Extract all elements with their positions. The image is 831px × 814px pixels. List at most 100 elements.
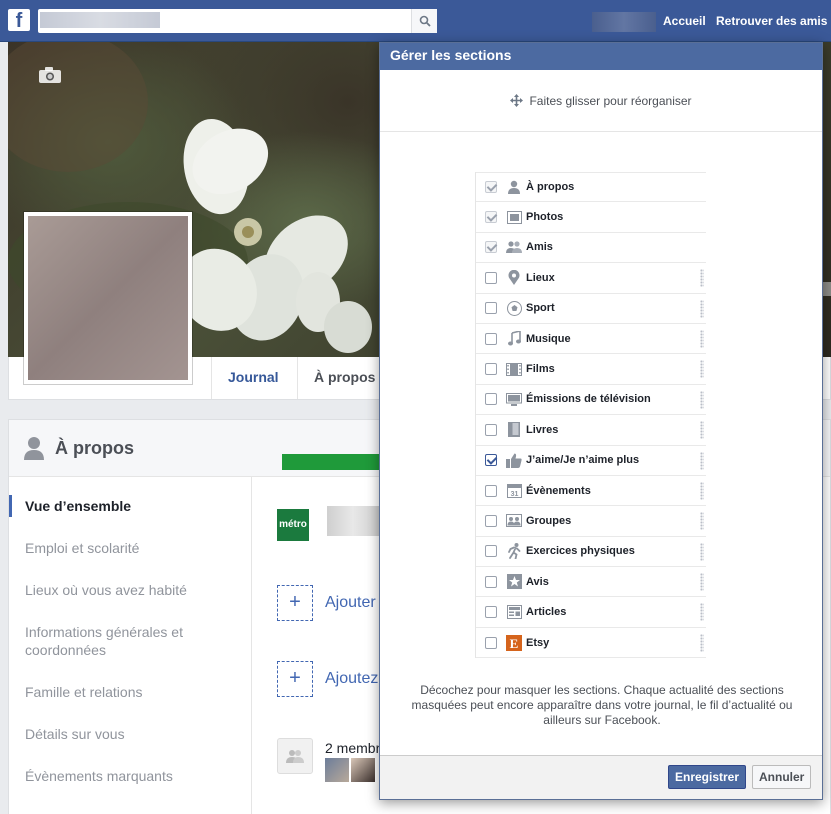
tab-about[interactable]: À propos xyxy=(297,357,391,399)
section-checkbox[interactable] xyxy=(485,575,497,588)
section-row[interactable]: E Etsy xyxy=(476,628,706,659)
section-checkbox xyxy=(485,241,497,254)
section-checkbox[interactable] xyxy=(485,423,497,436)
profile-picture[interactable] xyxy=(24,212,192,384)
save-button[interactable]: Enregistrer xyxy=(668,765,747,789)
section-label: Articles xyxy=(526,606,567,619)
add-workplace-button[interactable]: + xyxy=(277,585,313,621)
sections-list: À propos Photos Amis Lieux Sport Musique Films… xyxy=(475,172,706,659)
svg-text:E: E xyxy=(510,636,519,651)
article-icon xyxy=(506,604,522,620)
metro-logo: métro xyxy=(277,509,309,541)
section-checkbox[interactable] xyxy=(485,332,497,345)
section-row[interactable]: Articles xyxy=(476,597,706,628)
drag-handle[interactable] xyxy=(700,269,704,288)
section-checkbox[interactable] xyxy=(485,363,497,376)
profile-shortcut-avatar[interactable] xyxy=(592,12,656,32)
nav-work-education[interactable]: Emploi et scolarité xyxy=(25,539,235,557)
section-row[interactable]: 31 Évènements xyxy=(476,476,706,507)
top-navigation-bar: f Accueil Retrouver des amis xyxy=(0,0,831,42)
section-checkbox[interactable] xyxy=(485,545,497,558)
section-checkbox[interactable] xyxy=(485,302,497,315)
move-icon xyxy=(510,94,524,107)
drag-handle[interactable] xyxy=(700,360,704,379)
section-row: Amis xyxy=(476,233,706,264)
section-row[interactable]: Livres xyxy=(476,415,706,446)
drag-handle[interactable] xyxy=(700,421,704,440)
section-row[interactable]: Émissions de télévision xyxy=(476,385,706,416)
drag-handle[interactable] xyxy=(700,603,704,622)
section-row[interactable]: Exercices physiques xyxy=(476,537,706,568)
search-input[interactable] xyxy=(38,9,437,33)
photos-icon xyxy=(506,209,522,225)
drag-handle[interactable] xyxy=(700,542,704,561)
nav-details-about-you[interactable]: Détails sur vous xyxy=(25,725,235,743)
film-icon xyxy=(506,361,522,377)
member-avatar[interactable] xyxy=(325,758,349,782)
section-checkbox[interactable] xyxy=(485,271,497,284)
nav-places-lived[interactable]: Lieux où vous avez habité xyxy=(25,581,235,599)
dialog-footer: Enregistrer Annuler xyxy=(380,755,822,799)
add-city-button[interactable]: + xyxy=(277,661,313,697)
drag-handle[interactable] xyxy=(700,299,704,318)
cancel-button[interactable]: Annuler xyxy=(752,765,812,789)
section-label: Sport xyxy=(526,302,555,315)
drag-handle[interactable] xyxy=(700,329,704,348)
search-icon xyxy=(419,15,431,27)
section-checkbox[interactable] xyxy=(485,454,497,467)
section-checkbox[interactable] xyxy=(485,636,497,649)
facebook-logo-icon[interactable]: f xyxy=(8,9,30,31)
section-label: Émissions de télévision xyxy=(526,393,651,406)
nav-life-events[interactable]: Évènements marquants xyxy=(25,767,235,785)
section-label: J’aime/Je n’aime plus xyxy=(526,454,640,467)
section-checkbox[interactable] xyxy=(485,514,497,527)
add-workplace-link[interactable]: Ajouter xyxy=(325,594,376,612)
section-checkbox[interactable] xyxy=(485,606,497,619)
section-label: Livres xyxy=(526,423,559,436)
section-row[interactable]: Musique xyxy=(476,324,706,355)
section-row[interactable]: Films xyxy=(476,354,706,385)
add-city-link[interactable]: Ajoutez xyxy=(325,670,378,688)
drag-handle[interactable] xyxy=(700,512,704,531)
section-row: À propos xyxy=(476,172,706,203)
tab-journal[interactable]: Journal xyxy=(211,357,295,399)
camera-icon[interactable] xyxy=(38,66,62,87)
section-label: Avis xyxy=(526,575,549,588)
search-button[interactable] xyxy=(411,9,437,33)
drag-handle[interactable] xyxy=(700,451,704,470)
drag-handle[interactable] xyxy=(700,633,704,652)
sport-icon xyxy=(506,300,522,316)
nav-contact-info[interactable]: Informations générales et coordonnées xyxy=(25,623,235,659)
section-row[interactable]: Sport xyxy=(476,294,706,324)
section-row[interactable]: Lieux xyxy=(476,263,706,294)
drag-handle[interactable] xyxy=(700,390,704,409)
drag-handle[interactable] xyxy=(700,481,704,500)
section-label: Exercices physiques xyxy=(526,545,635,558)
section-row[interactable]: Groupes xyxy=(476,506,706,537)
section-label: Musique xyxy=(526,332,571,345)
section-checkbox[interactable] xyxy=(485,393,497,406)
drag-handle[interactable] xyxy=(700,573,704,592)
about-title: À propos xyxy=(55,438,134,458)
nav-family-relationships[interactable]: Famille et relations xyxy=(25,683,235,701)
member-avatar[interactable] xyxy=(351,758,375,782)
nav-overview[interactable]: Vue d’ensemble xyxy=(25,497,235,515)
svg-text:31: 31 xyxy=(510,491,518,498)
search-redacted-text xyxy=(40,12,160,28)
active-nav-indicator xyxy=(9,495,12,517)
section-row[interactable]: J’aime/Je n’aime plus xyxy=(476,446,706,476)
find-friends-link[interactable]: Retrouver des amis xyxy=(716,14,827,28)
tv-icon xyxy=(506,391,522,407)
etsy-icon: E xyxy=(506,634,522,651)
family-group-icon xyxy=(277,738,313,774)
drag-hint-text: Faites glisser pour réorganiser xyxy=(529,93,692,108)
section-label: Lieux xyxy=(526,271,555,284)
home-link[interactable]: Accueil xyxy=(663,14,706,28)
section-checkbox[interactable] xyxy=(485,484,497,497)
section-row[interactable]: Avis xyxy=(476,567,706,598)
about-sidebar: Vue d’ensemble Emploi et scolarité Lieux… xyxy=(9,477,252,814)
music-icon xyxy=(506,331,522,347)
drag-hint: Faites glisser pour réorganiser xyxy=(380,70,822,132)
family-members-text[interactable]: 2 membr xyxy=(325,740,380,756)
dialog-note: Décochez pour masquer les sections. Chaq… xyxy=(411,683,793,727)
